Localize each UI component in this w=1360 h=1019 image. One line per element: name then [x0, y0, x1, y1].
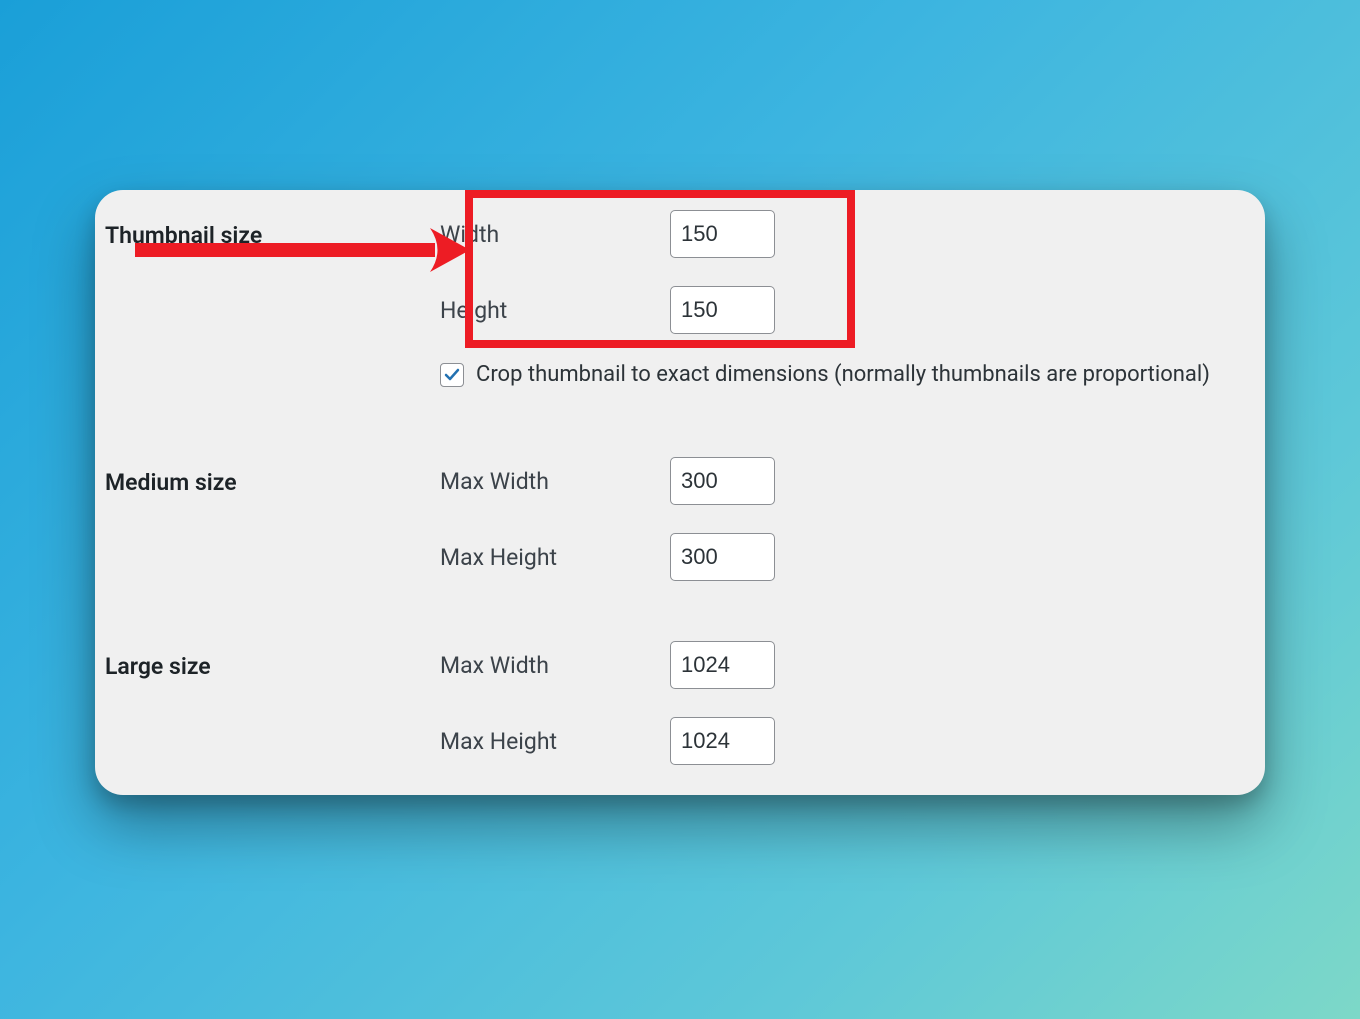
- thumbnail-fields: Width Height Crop thumbnail to exact dim…: [440, 210, 1235, 397]
- thumbnail-crop-checkbox[interactable]: [440, 363, 464, 387]
- large-section: Large size Max Width Max Height: [95, 641, 1235, 765]
- medium-max-height-input[interactable]: [670, 533, 775, 581]
- thumbnail-height-label: Height: [440, 297, 670, 324]
- large-max-width-row: Max Width: [440, 641, 1235, 689]
- checkmark-icon: [444, 367, 460, 383]
- large-max-height-input[interactable]: [670, 717, 775, 765]
- large-section-label: Large size: [95, 641, 440, 680]
- medium-section-label: Medium size: [95, 457, 440, 496]
- medium-fields: Max Width Max Height: [440, 457, 1235, 581]
- thumbnail-crop-row: Crop thumbnail to exact dimensions (norm…: [440, 362, 1235, 387]
- thumbnail-crop-label: Crop thumbnail to exact dimensions (norm…: [476, 362, 1210, 387]
- medium-max-width-input[interactable]: [670, 457, 775, 505]
- thumbnail-height-row: Height: [440, 286, 1235, 334]
- thumbnail-section: Thumbnail size Width Height Crop thumbna…: [95, 210, 1235, 397]
- thumbnail-width-label: Width: [440, 221, 670, 248]
- large-max-height-label: Max Height: [440, 728, 670, 755]
- medium-max-width-row: Max Width: [440, 457, 1235, 505]
- thumbnail-height-input[interactable]: [670, 286, 775, 334]
- thumbnail-width-row: Width: [440, 210, 1235, 258]
- medium-max-height-label: Max Height: [440, 544, 670, 571]
- large-max-width-input[interactable]: [670, 641, 775, 689]
- medium-max-height-row: Max Height: [440, 533, 1235, 581]
- medium-section: Medium size Max Width Max Height: [95, 457, 1235, 581]
- medium-max-width-label: Max Width: [440, 468, 670, 495]
- large-max-width-label: Max Width: [440, 652, 670, 679]
- thumbnail-width-input[interactable]: [670, 210, 775, 258]
- thumbnail-section-label: Thumbnail size: [95, 210, 440, 249]
- large-max-height-row: Max Height: [440, 717, 1235, 765]
- media-settings-panel: Thumbnail size Width Height Crop thumbna…: [95, 190, 1265, 795]
- large-fields: Max Width Max Height: [440, 641, 1235, 765]
